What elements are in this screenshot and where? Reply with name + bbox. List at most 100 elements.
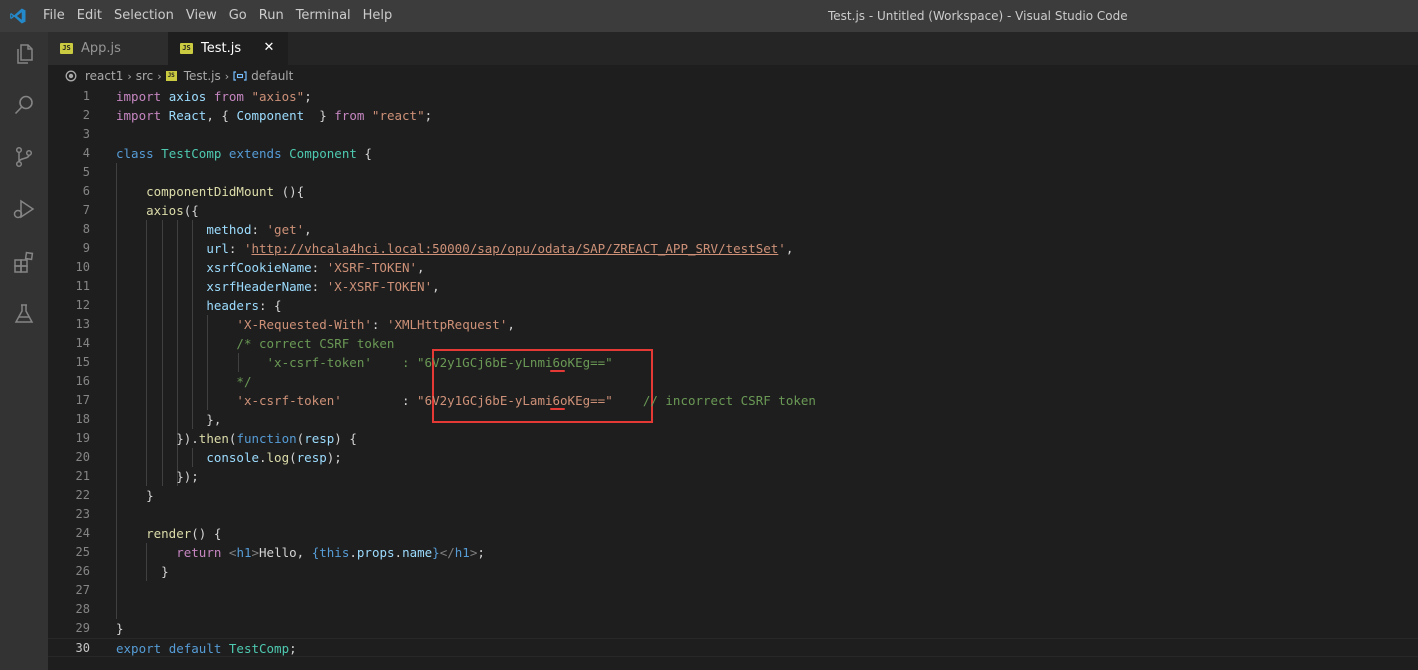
code-line[interactable]: 13 'X-Requested-With': 'XMLHttpRequest',: [48, 315, 1418, 334]
code-line[interactable]: 19 }).then(function(resp) {: [48, 429, 1418, 448]
code-token: xsrfHeaderName: [206, 279, 312, 294]
code-line[interactable]: 11 xsrfHeaderName: 'X-XSRF-TOKEN',: [48, 277, 1418, 296]
code-token: );: [326, 450, 342, 465]
breadcrumb-folder[interactable]: react1: [85, 69, 123, 83]
menu-file[interactable]: File: [43, 0, 65, 32]
menu-go[interactable]: Go: [229, 0, 247, 32]
code-token: },: [116, 412, 222, 427]
code-token: // incorrect CSRF token: [642, 393, 816, 408]
breadcrumb: react1 › src › JS Test.js › default: [48, 65, 1418, 87]
code-text: axios({: [116, 201, 199, 220]
run-debug-icon[interactable]: [12, 197, 36, 221]
code-line[interactable]: 18 },: [48, 410, 1418, 429]
code-token: url: [206, 241, 229, 256]
window-title: Test.js - Untitled (Workspace) - Visual …: [828, 9, 1128, 23]
code-line[interactable]: 23: [48, 505, 1418, 524]
code-line[interactable]: 22 }: [48, 486, 1418, 505]
code-line[interactable]: 28: [48, 600, 1418, 619]
code-token: ,: [304, 222, 312, 237]
code-line[interactable]: 15 'x-csrf-token' : "6V2y1GCj6bE-yLnmi6o…: [48, 353, 1418, 372]
code-token: componentDidMount: [146, 184, 275, 199]
code-line[interactable]: 12 headers: {: [48, 296, 1418, 315]
search-icon[interactable]: [12, 93, 36, 117]
tab-bar: JS App.js JS Test.js ✕: [48, 32, 1418, 65]
code-line[interactable]: 7 axios({: [48, 201, 1418, 220]
code-line[interactable]: 14 /* correct CSRF token: [48, 334, 1418, 353]
line-number: 29: [75, 621, 90, 635]
code-token: ,: [507, 317, 515, 332]
code-line[interactable]: 10 xsrfCookieName: 'XSRF-TOKEN',: [48, 258, 1418, 277]
code-line[interactable]: 4 class TestComp extends Component {: [48, 144, 1418, 163]
breadcrumb-src[interactable]: src: [136, 69, 154, 83]
breadcrumb-symbol[interactable]: default: [251, 69, 293, 83]
code-token: }: [304, 108, 335, 123]
code-line[interactable]: 30 export default TestComp;: [48, 638, 1418, 657]
code-line[interactable]: 8 method: 'get',: [48, 220, 1418, 239]
code-line[interactable]: 3: [48, 125, 1418, 144]
line-number: 2: [82, 108, 90, 122]
menu-run[interactable]: Run: [259, 0, 284, 32]
source-control-icon[interactable]: [12, 145, 36, 169]
code-line[interactable]: 17 'x-csrf-token' : "6V2y1GCj6bE-yLami6o…: [48, 391, 1418, 410]
js-file-icon: JS: [180, 43, 193, 54]
explorer-icon[interactable]: [12, 42, 36, 66]
code-token: ,: [432, 279, 440, 294]
close-icon[interactable]: ✕: [262, 41, 276, 55]
code-token: :: [311, 260, 327, 275]
code-token: ,: [417, 260, 425, 275]
code-token: resp: [296, 450, 327, 465]
js-file-icon: JS: [60, 43, 73, 54]
testing-icon[interactable]: [12, 302, 36, 326]
symbol-variable-icon: [233, 71, 247, 81]
code-token: }: [116, 621, 124, 636]
code-line[interactable]: 26 }: [48, 562, 1418, 581]
tab-app-js[interactable]: JS App.js: [48, 32, 168, 65]
code-token: headers: [206, 298, 259, 313]
menu-edit[interactable]: Edit: [77, 0, 102, 32]
line-number: 12: [75, 298, 90, 312]
code-token: axios: [168, 89, 207, 104]
menu-selection[interactable]: Selection: [114, 0, 174, 32]
menu-help[interactable]: Help: [363, 0, 393, 32]
code-line[interactable]: 5: [48, 163, 1418, 182]
code-token: :: [341, 393, 418, 408]
code-line[interactable]: 9 url: 'http://vhcala4hci.local:50000/sa…: [48, 239, 1418, 258]
code-line[interactable]: 24 render() {: [48, 524, 1418, 543]
code-token: import: [116, 108, 162, 123]
line-number: 1: [82, 89, 90, 103]
code-line[interactable]: 29}: [48, 619, 1418, 638]
code-editor[interactable]: 1 import axios from "axios"; 2 import React…: [48, 87, 1418, 670]
code-line[interactable]: 1 import axios from "axios";: [48, 87, 1418, 106]
code-token: ;: [289, 641, 297, 656]
tab-test-js[interactable]: JS Test.js ✕: [168, 32, 288, 65]
menu-view[interactable]: View: [186, 0, 217, 32]
code-token: /* correct CSRF token: [236, 336, 395, 351]
code-token: .: [394, 545, 403, 560]
breadcrumb-file[interactable]: Test.js: [184, 69, 221, 83]
code-token: */: [236, 374, 252, 389]
code-text: });: [116, 467, 199, 486]
line-number: 20: [75, 450, 90, 464]
code-line[interactable]: 6 componentDidMount (){: [48, 182, 1418, 201]
code-text: headers: {: [116, 296, 281, 315]
code-line[interactable]: 27: [48, 581, 1418, 600]
code-line[interactable]: 25 return <h1>Hello, {this.props.name}</…: [48, 543, 1418, 562]
code-token: ({: [183, 203, 199, 218]
code-line[interactable]: 16 */: [48, 372, 1418, 391]
code-text: xsrfCookieName: 'XSRF-TOKEN',: [116, 258, 425, 277]
code-text: 'x-csrf-token' : "6V2y1GCj6bE-yLami6oKEg…: [116, 391, 816, 410]
code-line[interactable]: 2 import React, { Component } from "react…: [48, 106, 1418, 125]
extensions-icon[interactable]: [12, 250, 36, 274]
code-line[interactable]: 20 console.log(resp);: [48, 448, 1418, 467]
code-token: (: [289, 450, 297, 465]
code-token: console: [206, 450, 259, 465]
code-text: import axios from "axios";: [116, 87, 312, 106]
code-text: */: [116, 372, 251, 391]
menu-terminal[interactable]: Terminal: [296, 0, 351, 32]
code-token: ': [778, 241, 786, 256]
code-line[interactable]: 21 });: [48, 467, 1418, 486]
code-token: , {: [206, 108, 237, 123]
